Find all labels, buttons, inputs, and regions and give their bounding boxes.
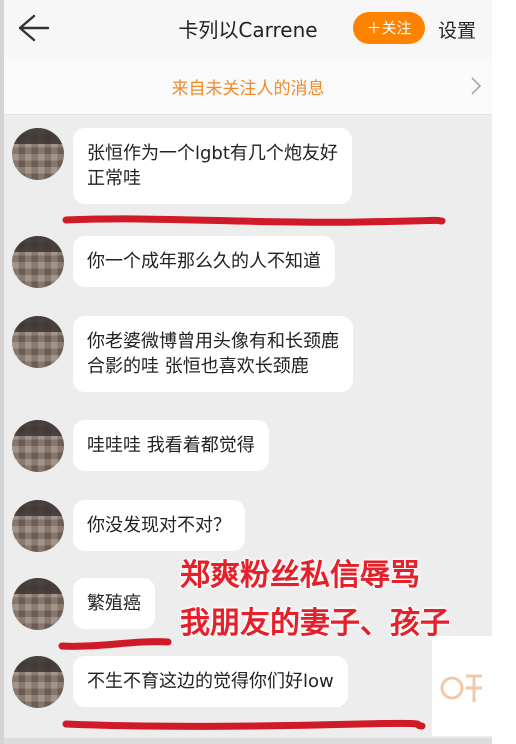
overlay-caption-line: 郑爽粉丝私信辱骂: [180, 558, 420, 593]
message-text-line: 正常哇: [87, 168, 141, 189]
message-bubble[interactable]: 繁殖癌: [73, 578, 155, 629]
avatar[interactable]: [12, 578, 64, 630]
follow-button[interactable]: ＋关注: [353, 12, 425, 44]
overlay-caption: 郑爽粉丝私信辱骂 我朋友的妻子、孩子: [180, 552, 450, 648]
unfollowed-messages-notice[interactable]: 来自未关注人的消息: [4, 58, 492, 115]
chevron-right-icon: [471, 77, 482, 95]
avatar[interactable]: [12, 656, 64, 708]
message-bubble[interactable]: 你没发现对不对？: [73, 500, 245, 551]
red-underline-annotation: [62, 215, 446, 226]
message-bubble[interactable]: 哇哇哇 我看着都觉得: [73, 420, 269, 471]
red-underline-annotation: [58, 638, 172, 650]
avatar[interactable]: [12, 316, 64, 368]
message-bubble[interactable]: 张恒作为一个lgbt有几个炮友好 正常哇: [73, 128, 352, 204]
message-bubble[interactable]: 不生不育这边的觉得你们好low: [73, 656, 348, 707]
bottom-strip: [4, 738, 492, 744]
overlay-caption-line: 我朋友的妻子、孩子: [180, 606, 450, 641]
message-bubble[interactable]: 你一个成年那么久的人不知道: [73, 236, 335, 287]
message-text-line: 张恒作为一个lgbt有几个炮友好: [87, 143, 338, 164]
right-frame: [492, 0, 516, 744]
message-text-line: 不生不育这边的觉得你们好low: [87, 671, 334, 692]
avatar[interactable]: [12, 500, 64, 552]
avatar[interactable]: [12, 236, 64, 288]
notice-label: 来自未关注人的消息: [171, 79, 325, 99]
watermark: [432, 636, 492, 736]
message-text-line: 哇哇哇 我看着都觉得: [87, 435, 255, 456]
message-text-line: 你一个成年那么久的人不知道: [87, 251, 321, 272]
red-underline-annotation: [62, 719, 426, 730]
message-text-line: 繁殖癌: [87, 593, 141, 614]
message-text-line: 你老婆微博曾用头像有和长颈鹿: [87, 331, 339, 352]
watermark-logo-icon: [440, 674, 482, 702]
avatar[interactable]: [12, 420, 64, 472]
message-bubble[interactable]: 你老婆微博曾用头像有和长颈鹿 合影的哇 张恒也喜欢长颈鹿: [73, 316, 353, 392]
message-text-line: 你没发现对不对？: [87, 515, 231, 536]
top-bar: 卡列以Carrene ＋关注 设置: [4, 0, 492, 59]
back-arrow-icon[interactable]: [14, 10, 50, 46]
settings-button[interactable]: 设置: [438, 16, 476, 43]
message-text-line: 合影的哇 张恒也喜欢长颈鹿: [87, 356, 309, 377]
avatar[interactable]: [12, 128, 64, 180]
